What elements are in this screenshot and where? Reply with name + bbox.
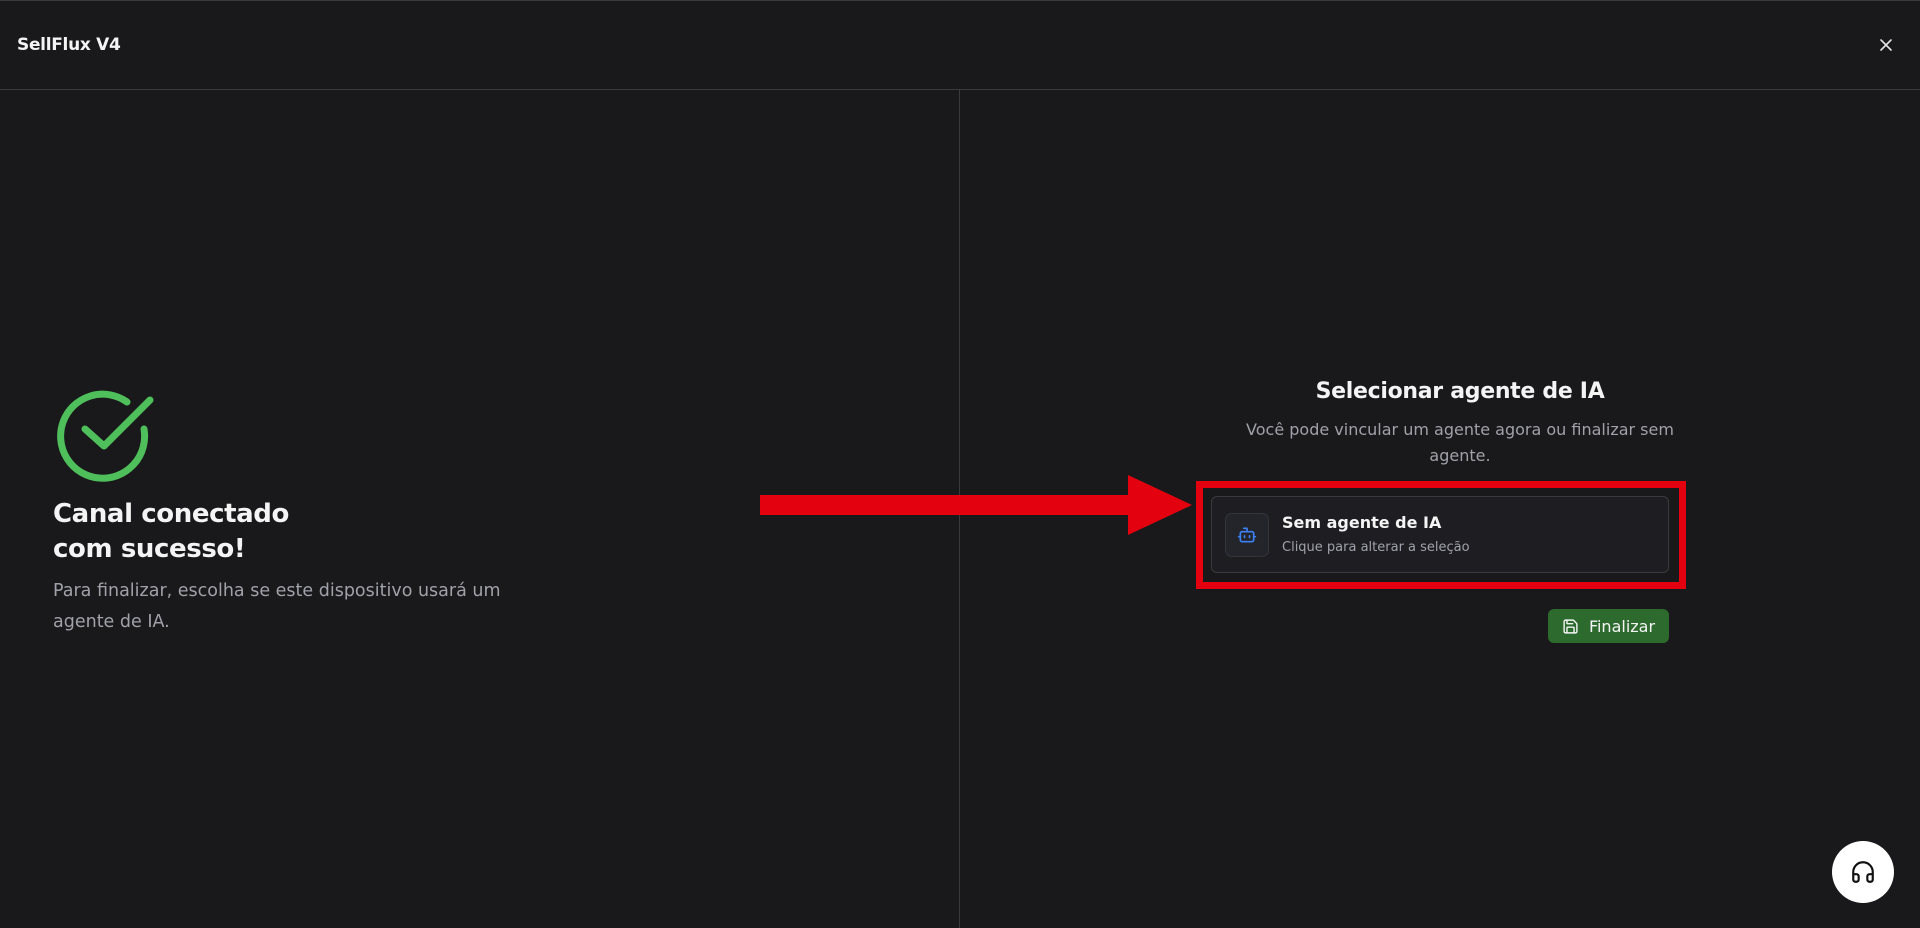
- support-chat-button[interactable]: [1832, 841, 1894, 903]
- agent-icon-container: [1225, 513, 1269, 557]
- headset-icon: [1852, 861, 1874, 883]
- header: SellFlux V4: [0, 1, 1920, 90]
- annotation-arrow: [760, 475, 1192, 535]
- close-icon: [1880, 39, 1892, 51]
- check-circle-icon: [57, 390, 154, 482]
- app-window: SellFlux V4 Canal conectado com sucesso!…: [0, 0, 1920, 928]
- agent-hint: Clique para alterar a seleção: [1282, 540, 1470, 555]
- agent-section-description: Você pode vincular um agente agora ou fi…: [1246, 420, 1674, 465]
- close-button[interactable]: [1874, 33, 1898, 57]
- agent-name: Sem agente de IA: [1282, 513, 1442, 532]
- app-title: SellFlux V4: [17, 35, 121, 55]
- finish-button-label: Finalizar: [1588, 616, 1656, 636]
- agent-section-title: Selecionar agente de IA: [1315, 379, 1605, 404]
- finish-button[interactable]: Finalizar: [1548, 609, 1669, 643]
- agent-select-card[interactable]: Sem agente de IA Clique para alterar a s…: [1211, 496, 1669, 573]
- success-description: Para finalizar, escolha se este disposit…: [53, 581, 501, 632]
- bot-icon: [1237, 527, 1257, 543]
- success-title-line1: Canal conectado: [53, 499, 289, 529]
- save-icon: [1563, 618, 1578, 634]
- success-title: Canal conectado com sucesso!: [53, 497, 453, 567]
- success-title-line2: com sucesso!: [53, 534, 246, 564]
